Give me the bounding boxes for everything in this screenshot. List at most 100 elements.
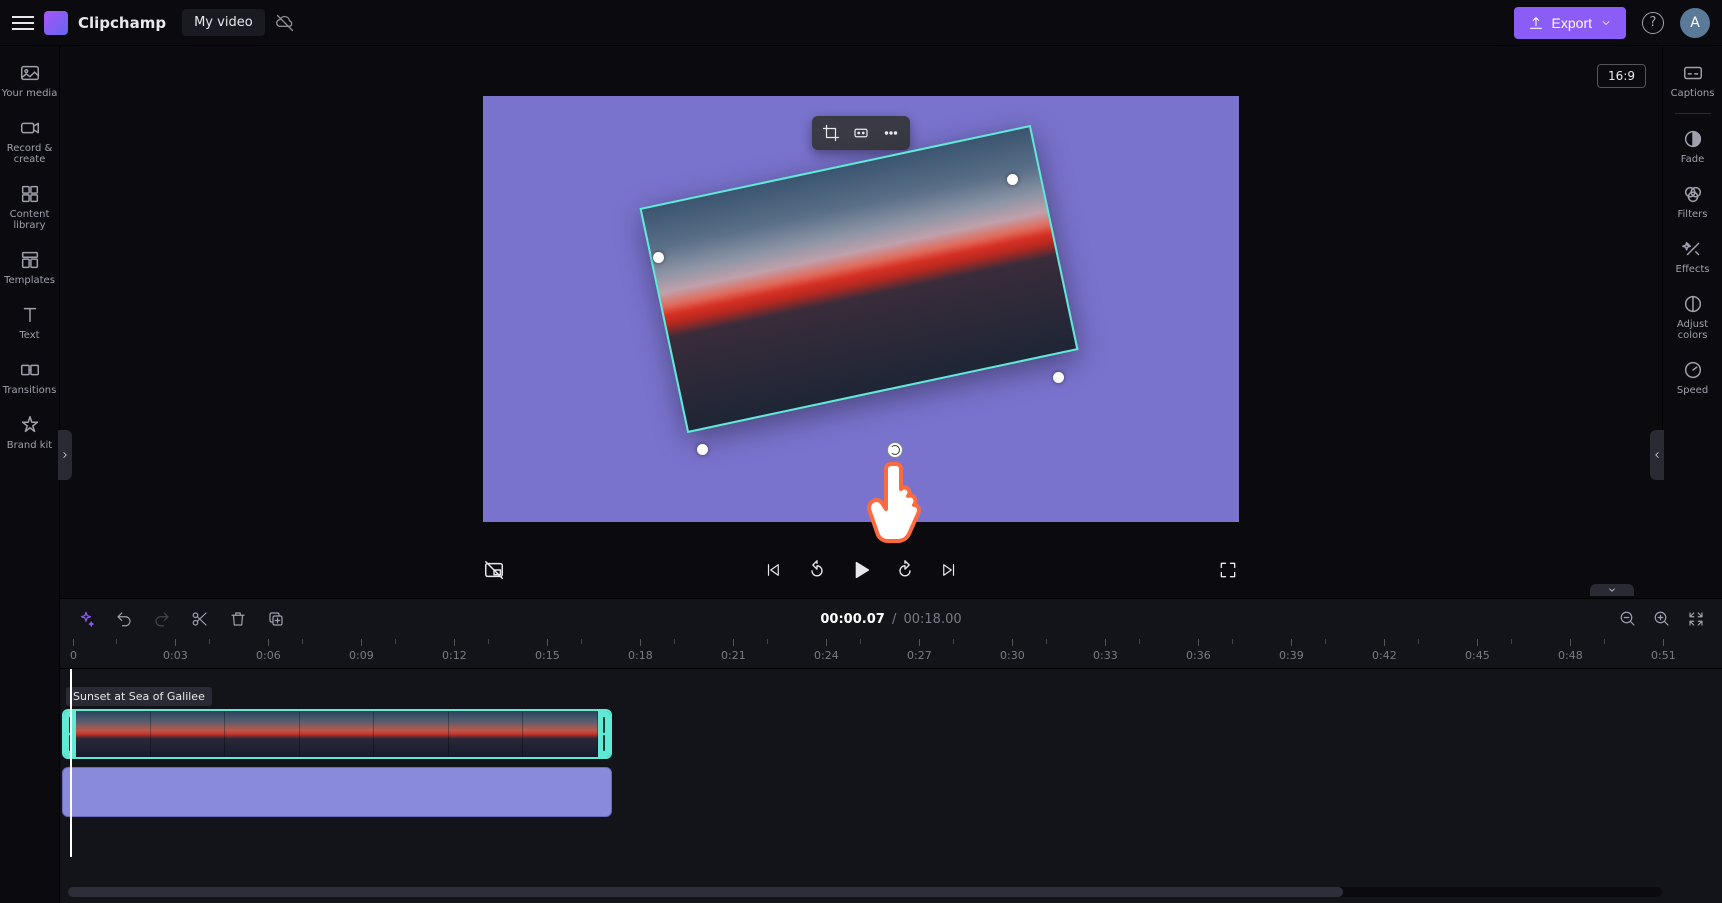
ruler-tick: 0:06 <box>256 639 281 668</box>
rewind-button[interactable] <box>803 556 831 584</box>
timeline-scrollbar[interactable] <box>68 887 1662 897</box>
ruler-tick: 0:12 <box>442 639 467 668</box>
help-button[interactable]: ? <box>1636 6 1670 40</box>
ruler-tick: 0:33 <box>1093 639 1118 668</box>
transitions-icon <box>19 359 41 381</box>
current-time: 00:00.07 <box>820 612 884 627</box>
clip-image[interactable] <box>639 125 1078 433</box>
selected-clip[interactable] <box>659 164 1059 474</box>
app-logo <box>44 11 68 35</box>
ruler-label: 0:15 <box>535 649 560 662</box>
undo-button[interactable] <box>114 609 134 629</box>
ruler-tick: 0:45 <box>1465 639 1490 668</box>
ruler-tick: 0 <box>70 639 77 668</box>
zoom-out-button[interactable] <box>1618 609 1638 629</box>
media-icon <box>19 62 41 84</box>
timeline-tracks[interactable]: Sunset at Sea of Galilee <box>60 669 1722 903</box>
ruler-tick: 0:18 <box>628 639 653 668</box>
ruler-label: 0:39 <box>1279 649 1304 662</box>
preview-canvas[interactable] <box>483 96 1239 522</box>
video-track-clip[interactable] <box>62 709 612 759</box>
ruler-label: 0:30 <box>1000 649 1025 662</box>
speed-icon <box>1682 359 1704 381</box>
collapse-timeline-button[interactable] <box>1590 584 1634 596</box>
sidebar-item-effects[interactable]: Effects <box>1665 230 1721 283</box>
rotate-handle[interactable] <box>887 442 903 458</box>
skip-back-button[interactable] <box>759 556 787 584</box>
clip-trim-end[interactable] <box>598 711 610 757</box>
skip-forward-button[interactable] <box>935 556 963 584</box>
sidebar-item-captions[interactable]: Captions <box>1665 54 1721 107</box>
zoom-fit-button[interactable] <box>1686 609 1706 629</box>
sidebar-item-text[interactable]: Text <box>2 296 58 349</box>
export-button[interactable]: Export <box>1514 7 1626 39</box>
captions-icon <box>1682 62 1704 84</box>
sidebar-item-adjust-colors[interactable]: Adjust colors <box>1665 285 1721 349</box>
sidebar-item-templates[interactable]: Templates <box>2 241 58 294</box>
redo-button[interactable] <box>152 609 172 629</box>
sidebar-item-filters[interactable]: Filters <box>1665 175 1721 228</box>
timecode: 00:00.07 / 00:18.00 <box>820 612 961 627</box>
delete-button[interactable] <box>228 609 248 629</box>
forward-button[interactable] <box>891 556 919 584</box>
duplicate-button[interactable] <box>266 609 286 629</box>
filters-icon <box>1682 183 1704 205</box>
playhead[interactable] <box>70 669 72 857</box>
ruler-label: 0:24 <box>814 649 839 662</box>
text-icon <box>19 304 41 326</box>
chevron-down-icon <box>1606 585 1618 595</box>
play-icon <box>850 559 872 581</box>
app-brand: Clipchamp <box>78 14 166 32</box>
scrollbar-thumb[interactable] <box>68 887 1343 897</box>
zoom-in-icon <box>1653 610 1671 628</box>
timeline-ruler[interactable]: 00:030:060:090:120:150:180:210:240:270:3… <box>60 639 1722 669</box>
fullscreen-icon <box>1218 560 1238 580</box>
resize-handle-bl[interactable] <box>697 444 708 455</box>
left-sidebar: Your media Record & create Content libra… <box>0 46 60 903</box>
sidebar-item-speed[interactable]: Speed <box>1665 351 1721 404</box>
effects-icon <box>1682 238 1704 260</box>
fit-icon <box>852 124 870 142</box>
cloud-sync-off-icon[interactable] <box>275 13 295 33</box>
fullscreen-button[interactable] <box>1214 556 1242 584</box>
ruler-label: 0:36 <box>1186 649 1211 662</box>
play-button[interactable] <box>847 556 875 584</box>
zoom-in-button[interactable] <box>1652 609 1672 629</box>
split-button[interactable] <box>190 609 210 629</box>
sidebar-item-record-create[interactable]: Record & create <box>2 109 58 173</box>
copy-icon <box>267 610 285 628</box>
ruler-label: 0:27 <box>907 649 932 662</box>
zoom-out-icon <box>1619 610 1637 628</box>
sidebar-item-brand-kit[interactable]: Brand kit <box>2 406 58 459</box>
ai-sparkle-button[interactable] <box>76 609 96 629</box>
timeline-collapse-area <box>60 584 1662 598</box>
resize-handle-tl[interactable] <box>653 252 664 263</box>
resize-handle-br[interactable] <box>1053 372 1064 383</box>
user-avatar[interactable]: A <box>1680 8 1710 38</box>
background-track-clip[interactable] <box>62 767 612 817</box>
fit-button[interactable] <box>846 120 876 146</box>
sidebar-item-your-media[interactable]: Your media <box>2 54 58 107</box>
clip-toolbar <box>812 116 910 150</box>
ruler-tick: 0:15 <box>535 639 560 668</box>
more-options-button[interactable] <box>876 120 906 146</box>
menu-button[interactable] <box>12 12 34 34</box>
sidebar-item-fade[interactable]: Fade <box>1665 120 1721 173</box>
ruler-label: 0:21 <box>721 649 746 662</box>
resize-handle-tr[interactable] <box>1007 174 1018 185</box>
crop-button[interactable] <box>816 120 846 146</box>
aspect-ratio-selector[interactable]: 16:9 <box>1597 64 1646 88</box>
sidebar-item-transitions[interactable]: Transitions <box>2 351 58 404</box>
ruler-tick: 0:42 <box>1372 639 1397 668</box>
ruler-tick: 0:27 <box>907 639 932 668</box>
timeline-toolbar: 00:00.07 / 00:18.00 <box>60 599 1722 639</box>
ruler-label: 0:33 <box>1093 649 1118 662</box>
picture-in-picture-off-button[interactable] <box>480 556 508 584</box>
hand-cursor-icon <box>866 454 934 544</box>
sidebar-item-content-library[interactable]: Content library <box>2 175 58 239</box>
project-title[interactable]: My video <box>182 9 265 36</box>
library-icon <box>19 183 41 205</box>
export-label: Export <box>1552 15 1592 31</box>
ruler-label: 0 <box>70 649 77 662</box>
templates-icon <box>19 249 41 271</box>
